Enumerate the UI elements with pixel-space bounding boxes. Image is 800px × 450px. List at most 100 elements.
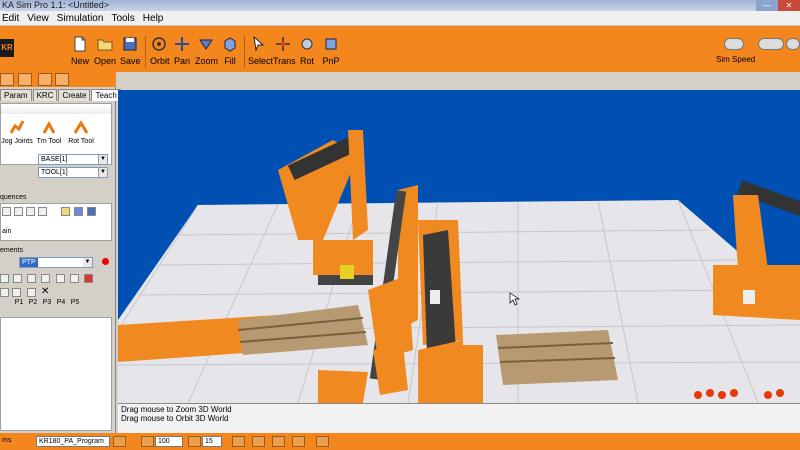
- menu-bar: Edit View Simulation Tools Help: [0, 11, 800, 26]
- sim-speed-label: Sim Speed: [716, 55, 756, 64]
- step-field[interactable]: 15: [202, 436, 222, 447]
- motion-type-select[interactable]: PTP ▼: [19, 257, 93, 268]
- tab-krc[interactable]: KRC: [32, 89, 58, 101]
- point-button-p3[interactable]: P3: [40, 299, 54, 315]
- select-button[interactable]: Select: [248, 36, 273, 72]
- open-sequence-button[interactable]: [61, 207, 70, 216]
- status-icon[interactable]: [188, 436, 201, 447]
- zoom-button[interactable]: Zoom: [195, 36, 218, 72]
- menu-simulation[interactable]: Simulation: [53, 13, 108, 24]
- tab-teach[interactable]: Teach: [91, 89, 121, 101]
- open-button[interactable]: Open: [94, 36, 116, 72]
- point-button-p2[interactable]: P2: [26, 299, 40, 315]
- tab-param[interactable]: Param: [0, 89, 32, 101]
- left-tool-button[interactable]: [55, 73, 69, 86]
- statement-tool-button[interactable]: [27, 274, 36, 283]
- point-button-p4[interactable]: P4: [54, 299, 68, 315]
- close-icon[interactable]: ✕: [41, 286, 49, 297]
- window-title: KA Sim Pro 1.1: <Untitled>: [2, 0, 110, 10]
- sim-speed-toggle[interactable]: [724, 38, 744, 50]
- left-panel: Param KRC Create Teach Jog Joints Tm Too…: [0, 87, 121, 433]
- point-button-p5[interactable]: P5: [68, 299, 82, 315]
- point-buttons-row: P1 P2 P3 P4 P5: [0, 299, 82, 315]
- new-file-icon: [74, 36, 86, 52]
- status-icon[interactable]: [292, 436, 305, 447]
- paste-button[interactable]: [26, 207, 35, 216]
- status-icon[interactable]: [272, 436, 285, 447]
- menu-help[interactable]: Help: [139, 13, 168, 24]
- status-icon[interactable]: [141, 436, 154, 447]
- toolbar-separator: [244, 36, 245, 68]
- fill-button[interactable]: Fill: [222, 36, 238, 72]
- statement-tool-button[interactable]: [56, 274, 65, 283]
- save-button[interactable]: Save: [120, 36, 141, 72]
- fill-cube-icon: [224, 37, 236, 52]
- zoom-icon: [199, 39, 213, 50]
- toolbar: KR New Open Save Orbit Pan Zoom Fill Sel…: [0, 26, 800, 72]
- save-disk-icon: [123, 37, 137, 51]
- left-tool-button[interactable]: [18, 73, 32, 86]
- status-icon[interactable]: [232, 436, 245, 447]
- title-bar: KA Sim Pro 1.1: <Untitled> — ✕: [0, 0, 800, 11]
- status-icon[interactable]: [252, 436, 265, 447]
- left-tool-button[interactable]: [0, 73, 14, 86]
- menu-view[interactable]: View: [23, 13, 53, 24]
- cursor-arrow-icon: [253, 36, 265, 52]
- sim-speed-play[interactable]: [786, 38, 800, 50]
- tab-create[interactable]: Create: [58, 89, 91, 101]
- 3d-viewport[interactable]: [118, 90, 800, 403]
- rot-tool-button[interactable]: Rot Tool: [65, 118, 97, 145]
- jog-joints-button[interactable]: Jog Joints: [1, 118, 33, 145]
- delete-button[interactable]: [38, 207, 47, 216]
- rot-button[interactable]: Rot: [298, 36, 316, 72]
- sequences-panel: ain: [0, 203, 112, 241]
- statements-label: ements: [0, 247, 23, 254]
- orbit-button[interactable]: Orbit: [150, 36, 170, 72]
- status-icon[interactable]: [113, 436, 126, 447]
- message-console: Drag mouse to Zoom 3D World Drag mouse t…: [118, 403, 800, 433]
- point-button-p1[interactable]: P1: [12, 299, 26, 315]
- menu-edit[interactable]: Edit: [0, 13, 23, 24]
- app-logo: KR: [0, 39, 14, 57]
- minimize-button[interactable]: —: [756, 0, 778, 11]
- new-button[interactable]: New: [70, 36, 90, 72]
- left-tabs: Param KRC Create Teach: [0, 89, 122, 101]
- robot-arm-3: [418, 220, 463, 403]
- status-left-text: ms: [2, 437, 12, 444]
- pan-button[interactable]: Pan: [173, 36, 191, 72]
- tool-select[interactable]: TOOL[1] ▼: [38, 167, 108, 178]
- open-folder-icon: [97, 39, 113, 51]
- teach-header: [1, 104, 111, 114]
- program-name-field: KR180_PA_Program: [36, 436, 110, 447]
- statement-tool-button[interactable]: [12, 288, 21, 297]
- sequence-item[interactable]: ain: [2, 228, 11, 235]
- cut-button[interactable]: [2, 207, 11, 216]
- statement-tool-button[interactable]: [41, 274, 50, 283]
- speed-field[interactable]: 100: [155, 436, 183, 447]
- statement-tool-button[interactable]: [13, 274, 22, 283]
- status-icon[interactable]: [316, 436, 329, 447]
- record-icon[interactable]: [102, 258, 109, 265]
- pnp-button[interactable]: PnP: [322, 36, 340, 72]
- statements-list[interactable]: [0, 317, 112, 431]
- point-button-prev[interactable]: [0, 299, 12, 315]
- statement-tool-button[interactable]: [0, 288, 9, 297]
- save-sequence-button[interactable]: [74, 207, 83, 216]
- 3d-scene: [118, 130, 800, 403]
- tm-tool-button[interactable]: Tm Tool: [33, 118, 65, 145]
- export-sequence-button[interactable]: [87, 207, 96, 216]
- left-tool-button[interactable]: [38, 73, 52, 86]
- translate-icon: [276, 37, 290, 51]
- menu-tools[interactable]: Tools: [107, 13, 138, 24]
- toolbar-separator: [145, 36, 146, 68]
- delete-statement-icon[interactable]: [84, 274, 93, 283]
- statement-tool-button[interactable]: [0, 274, 9, 283]
- statement-tool-button[interactable]: [70, 274, 79, 283]
- trans-button[interactable]: Trans: [273, 36, 296, 72]
- close-button[interactable]: ✕: [778, 0, 800, 11]
- sim-speed-pause[interactable]: [758, 38, 784, 50]
- statement-tool-button[interactable]: [27, 288, 36, 297]
- copy-button[interactable]: [14, 207, 23, 216]
- left-toolbar: [0, 72, 116, 87]
- base-select[interactable]: BASE[1] ▼: [38, 154, 108, 165]
